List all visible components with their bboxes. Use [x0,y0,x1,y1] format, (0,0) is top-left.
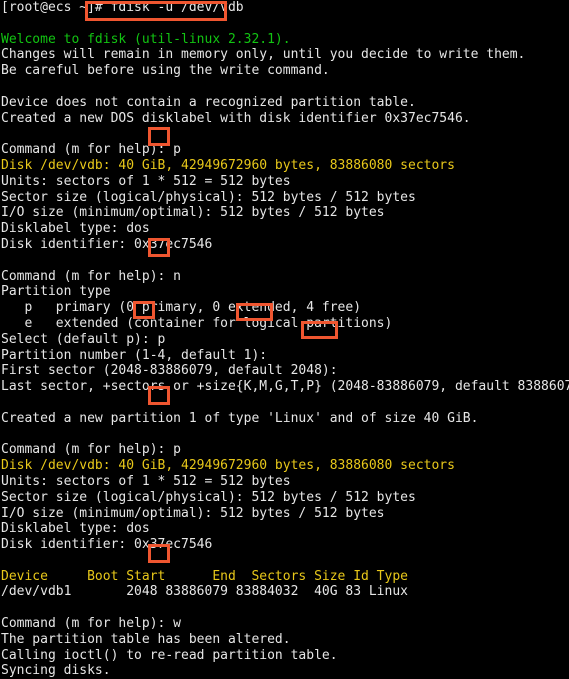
terminal-line: Created a new partition 1 of type 'Linux… [1,410,479,426]
terminal-line: Select (default p): p [1,331,166,347]
terminal-line: Disk identifier: 0x37ec7546 [1,537,213,553]
terminal-line: The partition table has been altered. [1,631,291,647]
terminal-line: Command (m for help): w [1,616,182,632]
terminal-line: I/O size (minimum/optimal): 512 bytes / … [1,505,385,521]
terminal-line: Command (m for help): n [1,268,182,284]
terminal-line: Welcome to fdisk (util-linux 2.32.1). [1,31,291,47]
terminal-line: Created a new DOS disklabel with disk id… [1,110,471,126]
terminal-line: Changes will remain in memory only, unti… [1,47,526,63]
terminal-line: Units: sectors of 1 * 512 = 512 bytes [1,473,291,489]
terminal-line: Device Boot Start End Sectors Size Id Ty… [1,568,408,584]
terminal-window[interactable]: [root@ecs ~]# fdisk -u /dev/vdb Welcome t… [0,0,569,678]
terminal-line: p primary (0 primary, 0 extended, 4 free… [1,300,362,316]
terminal-line: Command (m for help): p [1,442,182,458]
terminal-line: I/O size (minimum/optimal): 512 bytes / … [1,205,385,221]
terminal-line: Partition type [1,284,111,300]
terminal-line: Disk /dev/vdb: 40 GiB, 42949672960 bytes… [1,458,455,474]
terminal-line: Disk /dev/vdb: 40 GiB, 42949672960 bytes… [1,157,455,173]
terminal-line: [root@ecs ~]# fdisk -u /dev/vdb [1,0,244,15]
terminal-output: [root@ecs ~]# fdisk -u /dev/vdb Welcome t… [0,0,569,679]
terminal-line: Disk identifier: 0x37ec7546 [1,236,213,252]
terminal-line: First sector (2048-83886079, default 204… [1,363,346,379]
terminal-line: Disklabel type: dos [1,521,150,537]
terminal-line: Syncing disks. [1,663,111,679]
terminal-line: Sector size (logical/physical): 512 byte… [1,189,416,205]
terminal-line: /dev/vdb1 2048 83886079 83884032 40G 83 … [1,584,408,600]
terminal-line: Calling ioctl() to re-read partition tab… [1,647,338,663]
terminal-line: Command (m for help): p [1,142,182,158]
terminal-line: Last sector, +sectors or +size{K,M,G,T,P… [1,379,569,395]
terminal-line: Device does not contain a recognized par… [1,94,416,110]
terminal-line: Sector size (logical/physical): 512 byte… [1,489,416,505]
terminal-line: Disklabel type: dos [1,221,150,237]
terminal-line: Partition number (1-4, default 1): [1,347,275,363]
terminal-line: e extended (container for logical partit… [1,315,393,331]
terminal-line: Units: sectors of 1 * 512 = 512 bytes [1,173,291,189]
terminal-line: Be careful before using the write comman… [1,63,330,79]
